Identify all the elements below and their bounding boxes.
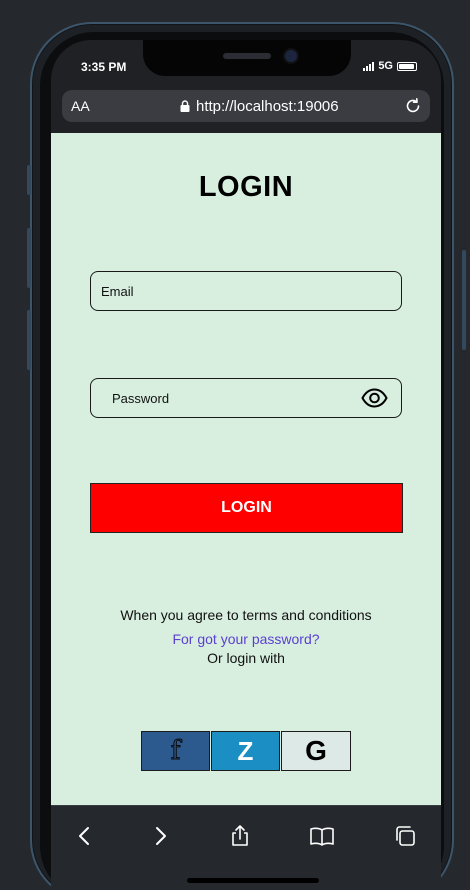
lock-icon — [180, 100, 190, 112]
volume-down-button — [27, 310, 31, 370]
signal-icon — [363, 61, 375, 71]
google-icon: G — [305, 735, 327, 766]
tabs-icon[interactable] — [393, 824, 417, 848]
reload-icon[interactable] — [404, 97, 422, 115]
network-label: 5G — [378, 60, 393, 72]
facebook-login-button[interactable]: f — [141, 731, 210, 771]
facebook-icon: f — [170, 736, 181, 766]
terms-text: When you agree to terms and conditions — [120, 607, 372, 623]
status-time: 3:35 PM — [81, 60, 127, 74]
device-stage: 3:35 PM 5G AA http://localhost:19006 LOG… — [0, 0, 470, 890]
zalo-icon: Z — [237, 736, 254, 766]
zalo-login-button[interactable]: Z — [211, 731, 280, 771]
eye-icon[interactable] — [361, 387, 388, 409]
password-field[interactable]: Password — [90, 378, 402, 418]
login-button[interactable]: LOGIN — [90, 483, 403, 533]
url-text: http://localhost:19006 — [196, 97, 339, 115]
address-bar[interactable]: AA http://localhost:19006 — [62, 90, 430, 122]
forward-icon[interactable] — [148, 824, 172, 848]
status-indicators: 5G — [363, 60, 417, 72]
share-icon[interactable] — [228, 824, 252, 848]
google-login-button[interactable]: G — [281, 731, 351, 771]
mute-switch — [27, 165, 31, 195]
speaker — [223, 53, 271, 59]
password-placeholder: Password — [112, 390, 170, 406]
bookmarks-icon[interactable] — [309, 824, 335, 848]
email-placeholder: Email — [101, 283, 134, 299]
back-icon[interactable] — [73, 824, 97, 848]
forgot-password-link[interactable]: For got your password? — [51, 631, 441, 647]
email-field[interactable]: Email — [90, 271, 402, 311]
page-title: LOGIN — [198, 171, 294, 203]
text-size-button[interactable]: AA — [71, 98, 90, 114]
phone-screen: 3:35 PM 5G AA http://localhost:19006 LOG… — [51, 40, 441, 890]
home-indicator — [187, 878, 319, 883]
notch — [143, 40, 351, 76]
power-button — [462, 250, 466, 350]
battery-icon — [397, 61, 417, 71]
or-login-with-text: Or login with — [207, 650, 285, 666]
login-page: LOGIN Email Password LOGIN When you agre… — [51, 133, 441, 805]
volume-up-button — [27, 228, 31, 288]
url-display[interactable]: http://localhost:19006 — [180, 98, 339, 115]
front-camera — [285, 50, 297, 62]
